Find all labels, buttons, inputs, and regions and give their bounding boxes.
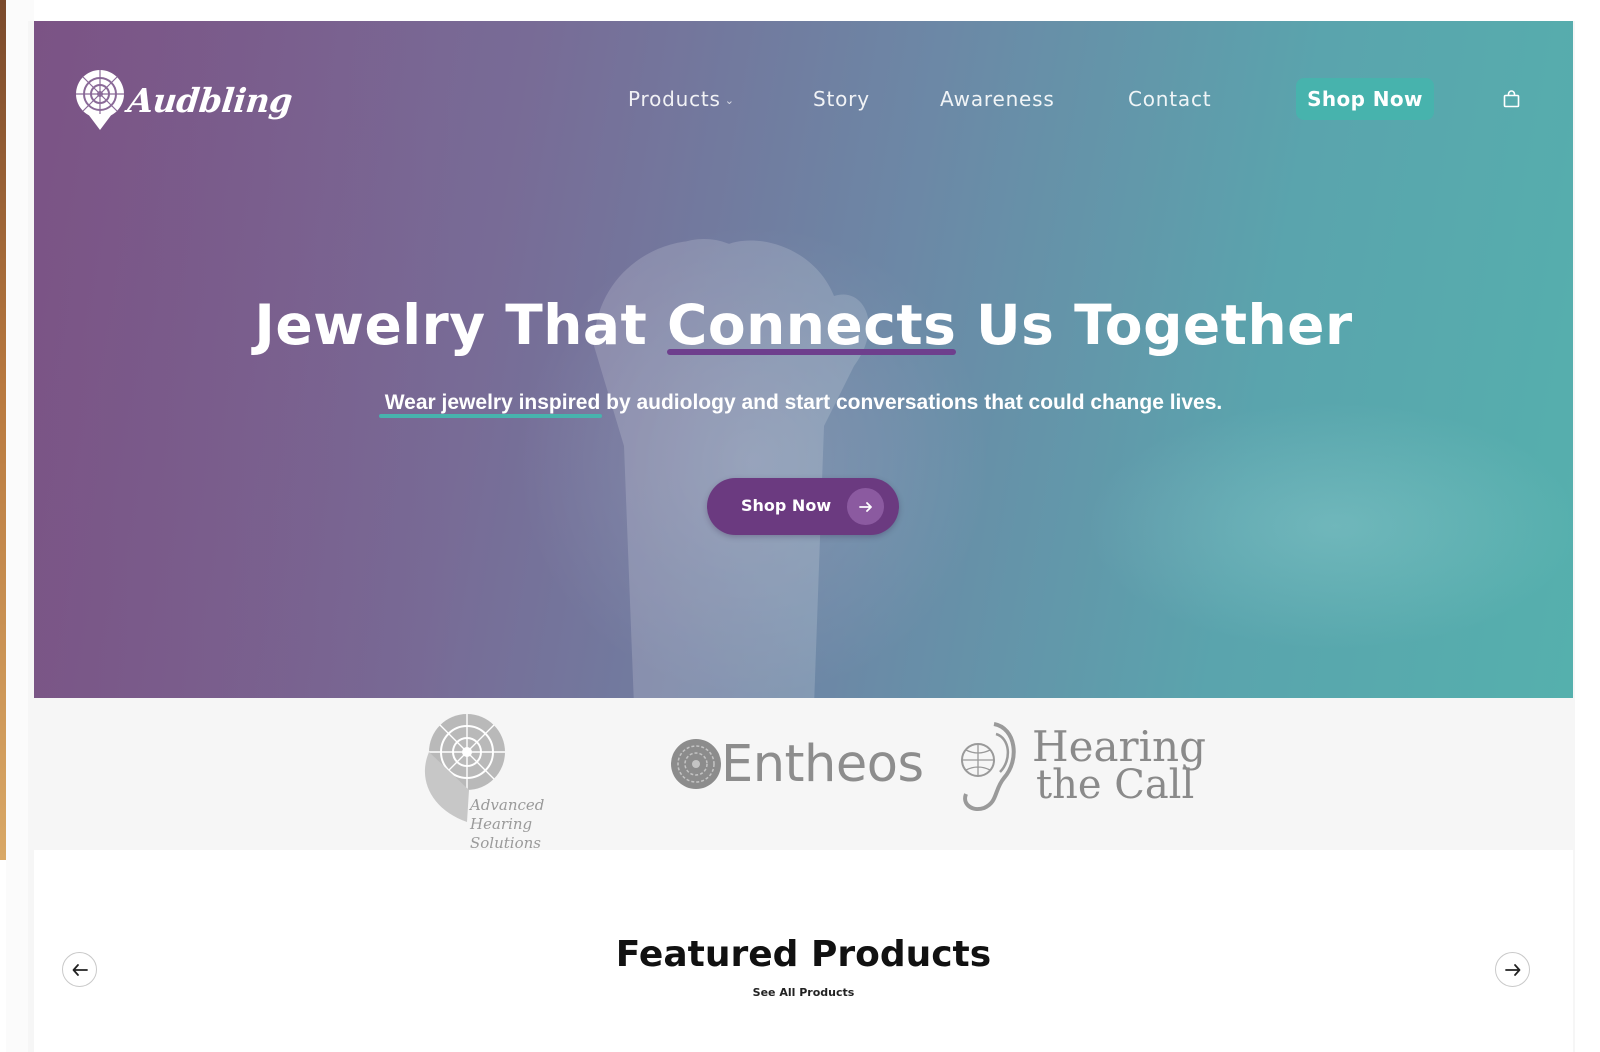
ahs-line1: Advanced xyxy=(470,796,545,814)
nav-story[interactable]: Story xyxy=(813,87,870,111)
hero-subtitle: Wear jewelry inspired by audiology and s… xyxy=(34,391,1573,415)
brand-name: Audbling xyxy=(125,80,294,120)
hero-title-highlight: Connects xyxy=(667,293,956,357)
arrow-right-icon xyxy=(847,488,884,525)
hero-title-end: Us Together xyxy=(956,293,1353,357)
htc-line2: the Call xyxy=(1036,762,1195,808)
ahs-wordmark: Advanced Hearing Solutions xyxy=(470,796,602,853)
htc-ear-globe-icon xyxy=(961,722,1016,811)
featured-products-section: Featured Products See All Products xyxy=(34,850,1573,1052)
htc-line1: Hearing xyxy=(1032,722,1206,771)
entheos-wordmark: Entheos xyxy=(721,734,924,794)
shell-logo-icon xyxy=(76,70,124,130)
partner-hearing-the-call: Hearing the Call xyxy=(954,720,1206,812)
hero-glow-right xyxy=(1084,401,1573,651)
nav-shop-now-button[interactable]: Shop Now xyxy=(1296,78,1434,120)
partner-logos: Advanced Hearing Solutions Entheos Heari… xyxy=(34,698,1573,852)
hero-title-highlight-text: Connects xyxy=(666,293,957,357)
main-nav: Audbling Products ⌄ Story Awareness Conta… xyxy=(34,21,1573,181)
nav-products-label: Products xyxy=(628,87,721,111)
carousel-next-button[interactable] xyxy=(1495,952,1530,987)
partner-entheos: Entheos xyxy=(669,734,924,794)
nav-awareness[interactable]: Awareness xyxy=(940,87,1055,111)
featured-products-title: Featured Products xyxy=(615,934,992,975)
nav-contact[interactable]: Contact xyxy=(1128,87,1211,111)
nav-products[interactable]: Products ⌄ xyxy=(628,87,735,111)
hero-subtitle-highlight: Wear jewelry inspired xyxy=(384,391,601,414)
shopping-bag-icon[interactable] xyxy=(1503,90,1520,108)
hero-subtitle-rest: by audiology and start conversations tha… xyxy=(600,391,1223,414)
entheos-globe-icon xyxy=(671,739,721,789)
brand-logo[interactable]: Audbling xyxy=(74,68,294,132)
hero-cta-label: Shop Now xyxy=(741,496,832,515)
hero-title: Jewelry That Connects Us Together xyxy=(34,293,1573,357)
partner-advanced-hearing-solutions: Advanced Hearing Solutions xyxy=(407,710,602,852)
chevron-down-icon: ⌄ xyxy=(724,94,735,107)
window-edge xyxy=(0,0,6,860)
hero-shop-now-button[interactable]: Shop Now xyxy=(707,478,899,535)
ahs-line2: Hearing Solutions xyxy=(470,815,541,852)
htc-wordmark: Hearing the Call xyxy=(1032,722,1206,808)
see-all-products-link[interactable]: See All Products xyxy=(34,986,1573,999)
hero-title-start: Jewelry That xyxy=(254,293,667,357)
hero-banner: Audbling Products ⌄ Story Awareness Conta… xyxy=(34,21,1573,698)
arrow-right-icon xyxy=(1504,963,1520,976)
